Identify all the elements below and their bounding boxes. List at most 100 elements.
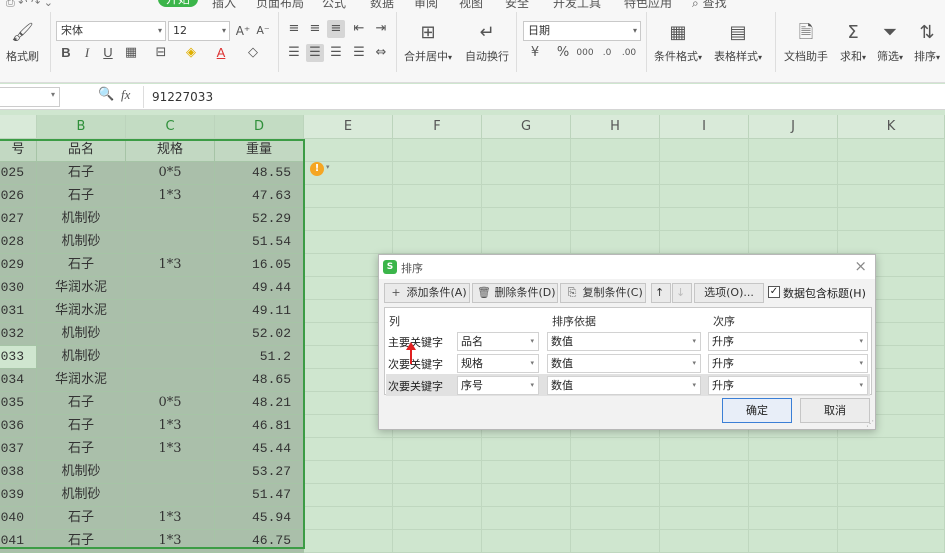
basis-select[interactable]: 数值 ▾ — [547, 376, 701, 395]
cell-b[interactable]: 机制砂 — [37, 346, 126, 369]
tab-data[interactable]: 数据 — [370, 0, 394, 11]
empty-cell[interactable] — [749, 162, 838, 185]
name-box[interactable]: ▾ — [0, 87, 60, 107]
empty-cell[interactable] — [838, 438, 945, 461]
cell-c[interactable]: 1*3 — [126, 185, 215, 208]
cell-a[interactable]: 027 — [0, 208, 37, 231]
empty-cell[interactable] — [660, 139, 749, 162]
empty-cell[interactable] — [571, 208, 660, 231]
empty-cell[interactable] — [393, 507, 482, 530]
chevron-down-icon[interactable]: ▾ — [326, 163, 330, 171]
header-cell-b[interactable]: 品名 — [37, 139, 126, 162]
column-header-c[interactable]: C — [126, 115, 215, 139]
cell-d[interactable]: 48.55 — [215, 162, 304, 185]
cell-c[interactable] — [126, 369, 215, 392]
cell-d[interactable]: 51.47 — [215, 484, 304, 507]
empty-cell[interactable] — [571, 461, 660, 484]
empty-cell[interactable] — [571, 438, 660, 461]
align-bottom-icon[interactable]: ≡ — [327, 20, 345, 38]
empty-cell[interactable] — [393, 162, 482, 185]
empty-cell[interactable] — [838, 231, 945, 254]
empty-cell[interactable] — [660, 162, 749, 185]
column-header-j[interactable]: J — [749, 115, 838, 139]
cell-style-icon[interactable]: ⊟ — [152, 44, 170, 62]
empty-cell[interactable] — [304, 530, 393, 553]
condition-row-2[interactable]: 次要关键字 规格 ▾ 数值 ▾ 升序 ▾ — [386, 352, 870, 374]
column-header-e[interactable]: E — [304, 115, 393, 139]
empty-cell[interactable] — [393, 208, 482, 231]
empty-cell[interactable] — [571, 162, 660, 185]
filter-button[interactable]: ⏷ 筛选▾ — [877, 22, 903, 64]
empty-cell[interactable] — [393, 139, 482, 162]
align-left-icon[interactable]: ☰ — [285, 44, 303, 62]
cell-b[interactable]: 机制砂 — [37, 323, 126, 346]
empty-cell[interactable] — [838, 162, 945, 185]
key-select[interactable]: 规格 ▾ — [457, 354, 539, 373]
resize-grip-icon[interactable]: ⋰ — [866, 419, 874, 428]
percent-icon[interactable]: % — [554, 44, 572, 62]
key-select[interactable]: 品名 ▾ — [457, 332, 539, 351]
move-up-button[interactable]: ↑ — [651, 283, 671, 303]
cell-c[interactable] — [126, 300, 215, 323]
empty-cell[interactable] — [749, 530, 838, 553]
cell-a[interactable]: 030 — [0, 277, 37, 300]
cell-d[interactable]: 52.02 — [215, 323, 304, 346]
options-button[interactable]: 选项(O)... — [694, 283, 764, 303]
cell-c[interactable] — [126, 484, 215, 507]
cell-c[interactable] — [126, 277, 215, 300]
align-center-icon[interactable]: ☰ — [306, 44, 324, 62]
cell-a[interactable]: 040 — [0, 507, 37, 530]
cell-d[interactable]: 45.44 — [215, 438, 304, 461]
cell-d[interactable]: 46.81 — [215, 415, 304, 438]
indent-increase-icon[interactable]: ⇥ — [372, 20, 390, 38]
align-middle-icon[interactable]: ≡ — [306, 20, 324, 38]
cell-d[interactable]: 51.2 — [215, 346, 304, 369]
cell-b[interactable]: 机制砂 — [37, 461, 126, 484]
cell-c[interactable] — [126, 231, 215, 254]
empty-cell[interactable] — [749, 139, 838, 162]
font-shrink-icon[interactable]: A⁻ — [254, 22, 272, 40]
cell-a[interactable]: 041 — [0, 530, 37, 553]
thousands-icon[interactable]: 000 — [576, 44, 594, 62]
cell-d[interactable]: 49.44 — [215, 277, 304, 300]
cell-d[interactable]: 48.21 — [215, 392, 304, 415]
empty-cell[interactable] — [571, 530, 660, 553]
cell-a[interactable]: 026 — [0, 185, 37, 208]
empty-cell[interactable] — [838, 185, 945, 208]
underline-icon[interactable]: U — [99, 44, 117, 62]
warning-icon[interactable]: ! — [310, 162, 324, 176]
cell-d[interactable]: 51.54 — [215, 231, 304, 254]
cell-c[interactable] — [126, 208, 215, 231]
cell-b[interactable]: 石子 — [37, 415, 126, 438]
empty-cell[interactable] — [838, 208, 945, 231]
empty-cell[interactable] — [304, 438, 393, 461]
cell-d[interactable]: 52.29 — [215, 208, 304, 231]
bold-icon[interactable]: B — [57, 44, 75, 62]
tab-review[interactable]: 审阅 — [414, 0, 438, 11]
currency-icon[interactable]: ¥ — [526, 44, 544, 62]
cell-a[interactable]: 029 — [0, 254, 37, 277]
merge-center-button[interactable]: ⊞ 合并居中▾ — [404, 22, 452, 64]
doc-assistant-button[interactable]: 🗎 文档助手 — [784, 22, 828, 64]
empty-cell[interactable] — [749, 461, 838, 484]
font-size-select[interactable]: 12 ▾ — [168, 21, 230, 41]
empty-cell[interactable] — [660, 208, 749, 231]
column-header-d[interactable]: D — [215, 115, 304, 139]
empty-cell[interactable] — [482, 530, 571, 553]
copy-condition-button[interactable]: ⎘ 复制条件(C) — [560, 283, 646, 303]
basis-select[interactable]: 数值 ▾ — [547, 332, 701, 351]
font-grow-icon[interactable]: A⁺ — [234, 22, 252, 40]
empty-cell[interactable] — [838, 507, 945, 530]
empty-cell[interactable] — [304, 461, 393, 484]
cell-a[interactable]: 033 — [0, 346, 37, 369]
empty-cell[interactable] — [571, 139, 660, 162]
italic-icon[interactable]: I — [78, 44, 96, 62]
empty-cell[interactable] — [749, 185, 838, 208]
clear-format-icon[interactable]: ◇ — [244, 44, 262, 62]
order-select[interactable]: 升序 ▾ — [708, 354, 868, 373]
number-format-select[interactable]: 日期 ▾ — [523, 21, 641, 41]
cell-b[interactable]: 机制砂 — [37, 208, 126, 231]
empty-cell[interactable] — [660, 438, 749, 461]
column-header-k[interactable]: K — [838, 115, 945, 139]
font-color-icon[interactable]: A — [212, 44, 230, 62]
